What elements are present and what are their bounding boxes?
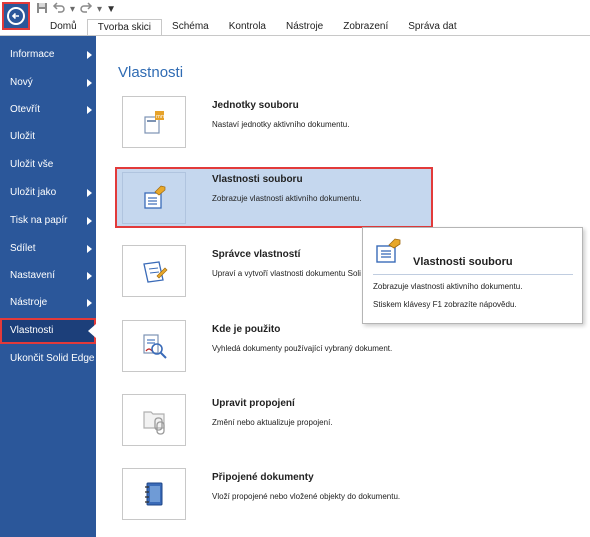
sidebar-item-2[interactable]: Otevřít <box>0 97 96 123</box>
sidebar-item-10[interactable]: Vlastnosti <box>0 318 96 344</box>
command-title: Připojené dokumenty <box>212 472 314 483</box>
where-used-icon <box>122 320 186 372</box>
title-bar: ▾ ▾ ▼ Domů Tvorba skici Schéma Kontrola Nást… <box>0 0 590 36</box>
tab-5[interactable]: Zobrazení <box>333 19 398 36</box>
undo-icon[interactable] <box>52 1 66 19</box>
sidebar-item-label: Informace <box>10 49 55 60</box>
sidebar-item-label: Tisk na papír <box>10 215 68 226</box>
chevron-right-icon <box>87 51 92 59</box>
backstage-sidebar: Informace Nový Otevřít Uložit Uložit vše Ulož… <box>0 36 96 537</box>
file-properties-icon <box>373 236 403 266</box>
back-button[interactable] <box>2 2 30 30</box>
sidebar-item-1[interactable]: Nový <box>0 70 96 96</box>
units-icon: mm <box>122 96 186 148</box>
command-description: Nastaví jednotky aktivního dokumentu. <box>212 120 350 129</box>
attached-documents-icon <box>122 468 186 520</box>
customize-qat-icon[interactable]: ▼ <box>106 3 116 17</box>
tooltip-divider <box>373 274 573 275</box>
tooltip-title: Vlastnosti souboru <box>413 256 513 268</box>
sidebar-item-label: Otevřít <box>10 104 41 115</box>
property-manager-icon <box>122 245 186 297</box>
sidebar-item-label: Nový <box>10 77 33 88</box>
redo-icon[interactable] <box>79 1 93 19</box>
sidebar-item-11[interactable]: Ukončit Solid Edge <box>0 346 96 372</box>
save-icon[interactable] <box>36 2 48 19</box>
redo-dropdown-icon[interactable]: ▾ <box>97 3 102 17</box>
tooltip-description: Zobrazuje vlastnosti aktivního dokumentu… <box>373 282 523 291</box>
ribbon-tabs: Domů Tvorba skici Schéma Kontrola Nástroje Zo… <box>40 19 467 36</box>
sidebar-item-label: Ukončit Solid Edge <box>10 353 95 364</box>
svg-text:mm: mm <box>156 114 166 120</box>
sidebar-item-8[interactable]: Nastavení <box>0 263 96 289</box>
command-title: Správce vlastností <box>212 249 301 260</box>
command-attached-documents[interactable]: Připojené dokumenty Vloží propojené nebo … <box>118 468 588 534</box>
sidebar-item-label: Uložit jako <box>10 187 57 198</box>
chevron-right-icon <box>87 245 92 253</box>
sidebar-item-4[interactable]: Uložit vše <box>0 152 96 178</box>
command-edit-links[interactable]: Upravit propojení Změní nebo aktualizuje … <box>118 394 588 460</box>
sidebar-item-label: Nastavení <box>10 270 56 281</box>
command-description: Vloží propojené nebo vložené objekty do … <box>212 492 401 501</box>
chevron-right-icon <box>87 189 92 197</box>
command-title: Jednotky souboru <box>212 100 299 111</box>
command-units[interactable]: mm Jednotky souboru Nastaví jednotky aktiv… <box>118 96 588 162</box>
tooltip: Vlastnosti souboru Zobrazuje vlastnosti … <box>362 227 583 324</box>
tab-0[interactable]: Domů <box>40 19 87 36</box>
tab-4[interactable]: Nástroje <box>276 19 333 36</box>
command-where-used[interactable]: Kde je použito Vyhledá dokumenty používaj… <box>118 320 588 386</box>
sidebar-item-3[interactable]: Uložit <box>0 124 96 150</box>
command-description: Změní nebo aktualizuje propojení. <box>212 418 333 427</box>
sidebar-item-label: Uložit <box>10 131 36 142</box>
chevron-right-icon <box>87 272 92 280</box>
sidebar-item-7[interactable]: Sdílet <box>0 236 96 262</box>
tab-1[interactable]: Tvorba skici <box>86 19 163 36</box>
sidebar-item-9[interactable]: Nástroje <box>0 290 96 316</box>
file-properties-icon <box>122 172 186 224</box>
edit-links-icon <box>122 394 186 446</box>
chevron-right-icon <box>87 217 92 225</box>
sidebar-item-label: Uložit vše <box>10 159 54 170</box>
sidebar-item-label: Nástroje <box>10 297 48 308</box>
active-pointer-icon <box>88 324 96 338</box>
command-description: Vyhledá dokumenty používající vybraný do… <box>212 344 393 353</box>
command-title: Kde je použito <box>212 324 281 335</box>
tab-6[interactable]: Správa dat <box>398 19 466 36</box>
tooltip-help-hint: Stiskem klávesy F1 zobrazíte nápovědu. <box>373 300 517 309</box>
command-title: Upravit propojení <box>212 398 295 409</box>
command-title: Vlastnosti souboru <box>212 174 303 185</box>
command-description: Zobrazuje vlastnosti aktivního dokumentu… <box>212 194 362 203</box>
undo-dropdown-icon[interactable]: ▾ <box>70 3 75 17</box>
sidebar-item-6[interactable]: Tisk na papír <box>0 208 96 234</box>
command-description: Upraví a vytvoří vlastnosti dokumentu So… <box>212 269 361 278</box>
chevron-right-icon <box>87 79 92 87</box>
back-arrow-icon <box>7 7 25 25</box>
page-title: Vlastnosti <box>118 64 184 81</box>
tab-3[interactable]: Kontrola <box>219 19 276 36</box>
tab-2[interactable]: Schéma <box>162 19 219 36</box>
sidebar-item-5[interactable]: Uložit jako <box>0 180 96 206</box>
quick-access-toolbar: ▾ ▾ ▼ <box>36 1 116 19</box>
chevron-right-icon <box>87 106 92 114</box>
sidebar-item-label: Vlastnosti <box>10 325 54 336</box>
command-file-properties[interactable]: Vlastnosti souboru Zobrazuje vlastnosti a… <box>115 167 433 228</box>
app-window: ▾ ▾ ▼ Domů Tvorba skici Schéma Kontrola Nást… <box>0 0 590 537</box>
sidebar-item-label: Sdílet <box>10 243 36 254</box>
sidebar-item-0[interactable]: Informace <box>0 42 96 68</box>
chevron-right-icon <box>87 299 92 307</box>
